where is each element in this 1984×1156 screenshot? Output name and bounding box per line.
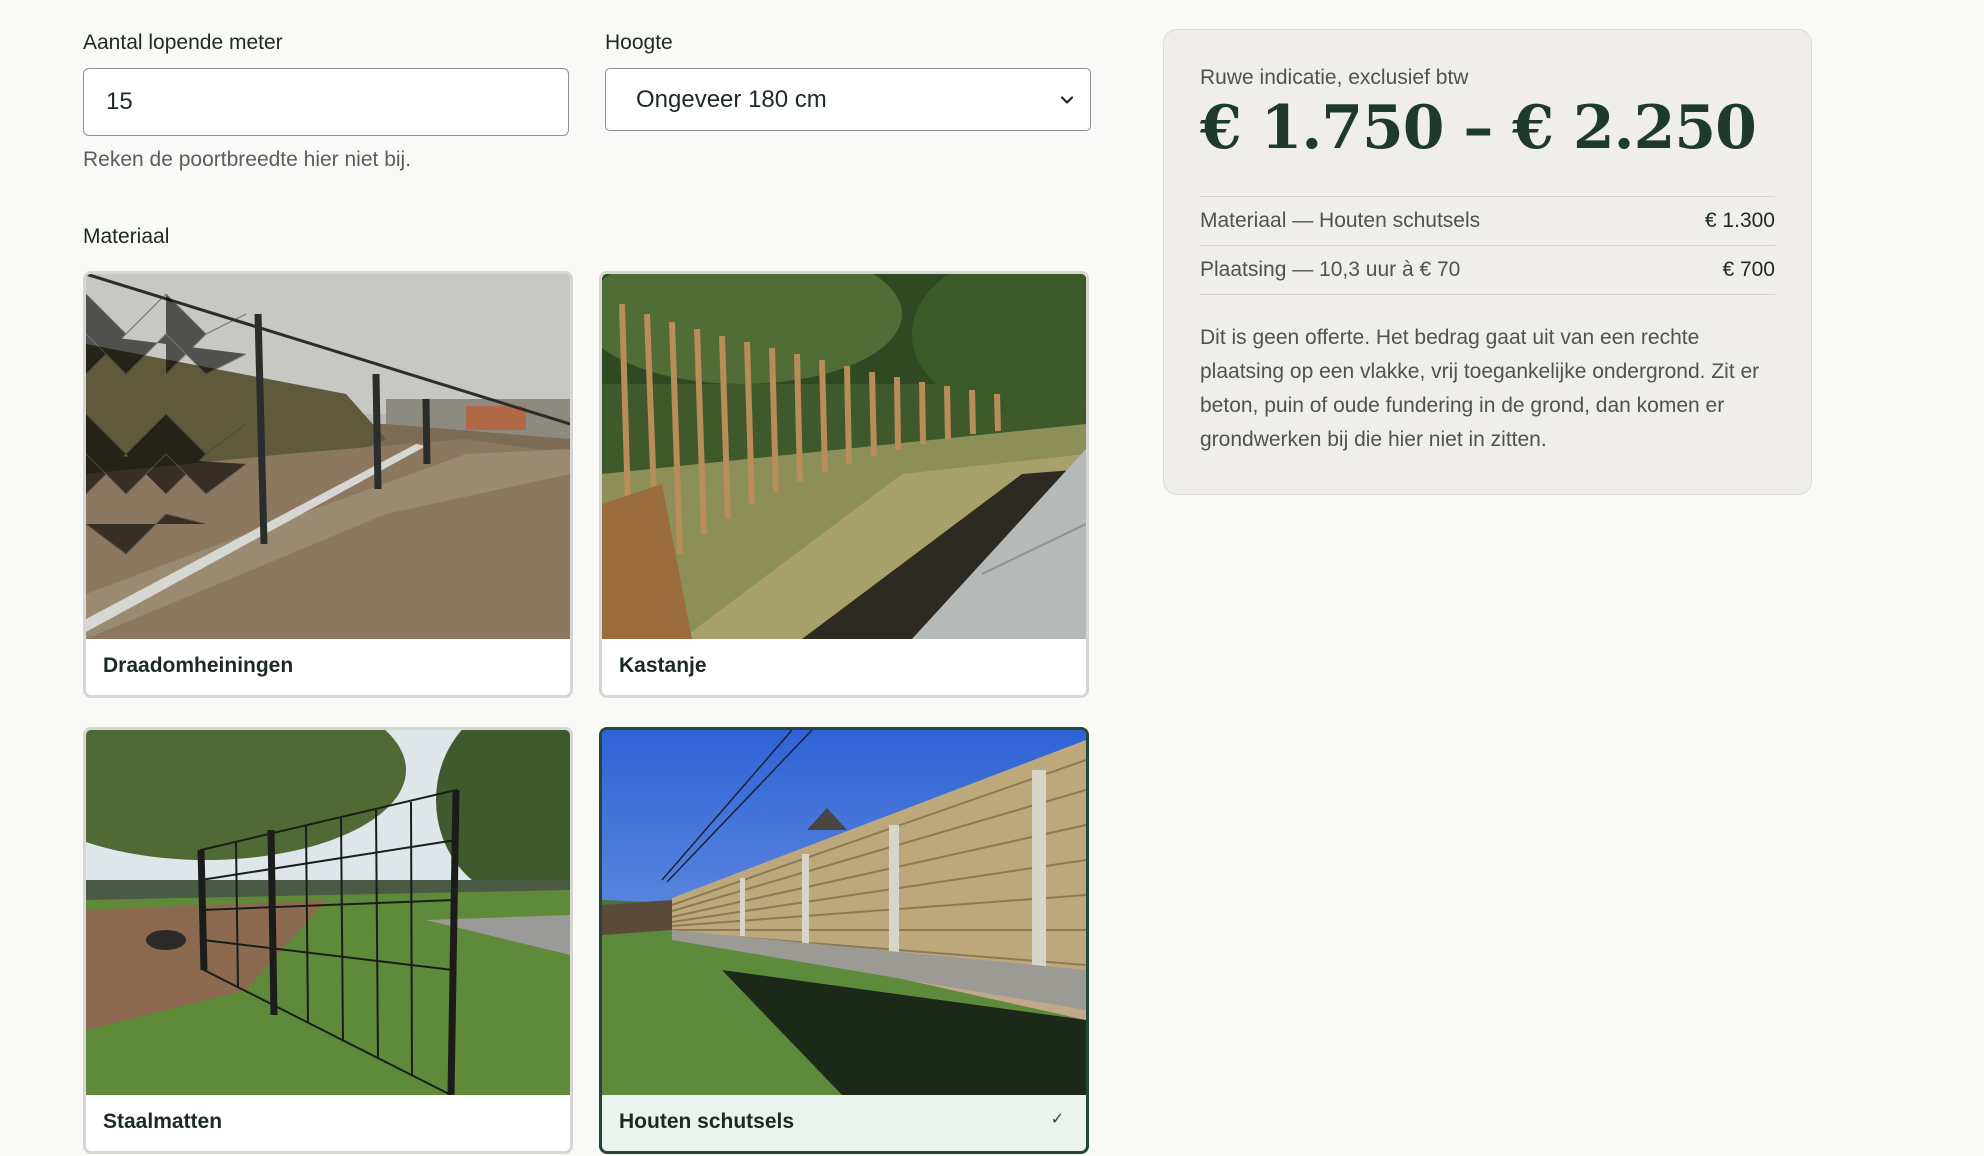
estimate-disclaimer: Dit is geen offerte. Het bedrag gaat uit… [1200,326,1760,451]
chevron-down-icon [1060,95,1074,104]
chain-link-fence-photo [86,274,570,639]
material-card-label: Staalmatten [103,1110,223,1133]
meters-hint: Reken de poortbreedte hier niet bij. [83,148,412,171]
wooden-panel-fence-photo [602,730,1086,1095]
estimate-line-amount: € 700 [1722,258,1775,281]
estimate-line-material: Materiaal — Houten schutsels € 1.300 [1200,197,1775,246]
height-selected-value: Ongeveer 180 cm [636,85,827,113]
material-label: Materiaal [83,225,170,248]
estimate-line-label: Plaatsing — 10,3 uur à € 70 [1200,258,1461,281]
steel-mesh-fence-photo [86,730,570,1095]
estimate-range: € 1.750 – € 2.250 [1200,93,1757,163]
material-card-houten-schutsels[interactable]: Houten schutsels ✓ [599,727,1089,1154]
estimate-line-installation: Plaatsing — 10,3 uur à € 70 € 700 [1200,246,1775,295]
estimate-line-amount: € 1.300 [1704,209,1775,232]
meters-label: Aantal lopende meter [83,31,283,54]
meters-value: 15 [106,88,133,115]
chestnut-fence-photo [602,274,1086,639]
material-card-label: Houten schutsels [619,1110,795,1133]
estimate-caption: Ruwe indicatie, exclusief btw [1200,66,1469,89]
estimate-panel: Ruwe indicatie, exclusief btw € 1.750 – … [1163,29,1812,495]
meters-input[interactable]: 15 [83,68,569,136]
material-card-label: Draadomheiningen [103,654,294,677]
material-card-draadomheiningen[interactable]: Draadomheiningen [83,271,573,698]
height-label: Hoogte [605,31,673,54]
material-card-staalmatten[interactable]: Staalmatten [83,727,573,1154]
estimate-line-label: Materiaal — Houten schutsels [1200,209,1481,232]
material-card-kastanje[interactable]: Kastanje [599,271,1089,698]
height-select[interactable]: Ongeveer 180 cm [605,68,1091,131]
material-card-label: Kastanje [619,654,707,677]
checkmark-icon: ✓ [1050,1111,1064,1128]
estimate-breakdown: Materiaal — Houten schutsels € 1.300 Pla… [1200,196,1775,295]
